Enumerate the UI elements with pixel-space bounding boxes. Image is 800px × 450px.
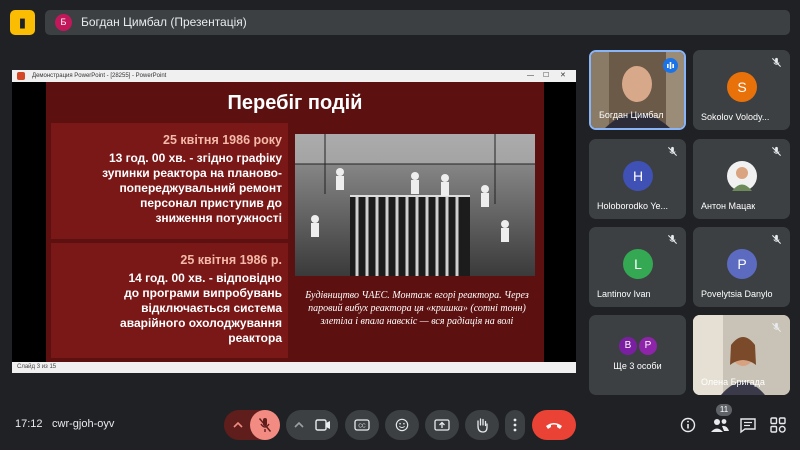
hand-icon: [477, 418, 488, 433]
event-date-2: 25 квітня 1986 р.: [180, 253, 282, 267]
reactions-button[interactable]: [385, 410, 419, 440]
participant-tile[interactable]: Олена Бригада: [693, 315, 790, 395]
powerpoint-window-title: Демонстрация PowerPoint - [28255] - Powe…: [32, 73, 167, 79]
mic-off-icon: [667, 146, 678, 157]
participant-name: Антон Мацак: [701, 201, 756, 211]
participant-name: Lantinov Ivan: [597, 289, 651, 299]
presenter-avatar: Б: [55, 14, 72, 31]
reactor-construction-photo: [295, 134, 535, 276]
powerpoint-logo-icon: [17, 72, 25, 80]
participant-tile[interactable]: L Lantinov Ivan: [589, 227, 686, 307]
event-box-1: 25 квітня 1986 року 13 год. 00 хв. - згі…: [51, 123, 288, 239]
participant-avatar: P: [727, 249, 757, 279]
speaking-indicator-icon: [663, 58, 678, 73]
building-icon: ▮: [18, 15, 27, 30]
participant-name: Олена Бригада: [701, 377, 765, 387]
raise-hand-button[interactable]: [465, 410, 499, 440]
chevron-up-icon[interactable]: [293, 419, 305, 431]
mic-off-icon: [771, 322, 782, 333]
event-box-2: 25 квітня 1986 р. 14 год. 00 хв. - відпо…: [51, 243, 288, 358]
participant-name: Povelytsia Danylo: [701, 289, 773, 299]
slide: Перебіг подій 25 квітня 1986 року 13 год…: [46, 82, 544, 362]
event-text-1: 13 год. 00 хв. - згідно графіку зупинки …: [102, 151, 282, 225]
mic-control-group: [224, 410, 280, 440]
slide-counter: Слайд 3 из 15: [17, 364, 57, 370]
video-camera-icon: [315, 419, 330, 431]
meet-app-icon: ▮: [10, 10, 35, 35]
chat-icon[interactable]: [737, 414, 759, 436]
present-now-button[interactable]: [425, 410, 459, 440]
participant-name: Holoborodko Ye...: [597, 201, 669, 211]
meeting-code: cwr-gjoh-oyv: [52, 418, 115, 430]
camera-toggle-button[interactable]: [308, 410, 338, 440]
more-vert-icon: [513, 418, 517, 432]
participant-tile[interactable]: H Holoborodko Ye...: [589, 139, 686, 219]
leave-call-button[interactable]: [532, 410, 576, 440]
hang-up-icon: [546, 423, 562, 429]
presentation-title-bar: Б Богдан Цимбал (Презентація): [45, 10, 790, 35]
mic-off-icon: [771, 57, 782, 68]
people-count-badge: 11: [716, 404, 732, 416]
participant-tile[interactable]: P Povelytsia Danylo: [693, 227, 790, 307]
participant-tile[interactable]: S Sokolov Volody...: [693, 50, 790, 130]
mic-toggle-button[interactable]: [250, 410, 280, 440]
participant-avatar: L: [623, 249, 653, 279]
participant-tile-others[interactable]: B P Ще 3 особи: [589, 315, 686, 395]
presentation-title: Богдан Цимбал (Презентація): [81, 15, 247, 29]
maximize-icon: ☐: [543, 72, 550, 79]
participant-avatar: P: [639, 337, 657, 355]
slide-title: Перебіг подій: [227, 92, 363, 114]
powerpoint-titlebar: Демонстрация PowerPoint - [28255] - Powe…: [12, 70, 576, 82]
event-text-2: 14 год. 00 хв. - відповідно до програми …: [120, 271, 282, 345]
chevron-up-icon[interactable]: [232, 419, 244, 431]
photo-caption: Будівництво ЧАЕС. Монтаж вгорі реактора.…: [305, 290, 529, 327]
participant-tile-presenter[interactable]: Богдан Цимбал: [589, 50, 686, 130]
mic-off-icon: [771, 146, 782, 157]
mic-off-icon: [771, 234, 782, 245]
people-button[interactable]: 11: [706, 404, 734, 440]
close-icon: ✕: [560, 72, 566, 79]
people-icon: [711, 419, 729, 432]
camera-control-group: [286, 410, 338, 440]
activities-icon[interactable]: [767, 414, 789, 436]
present-screen-icon: [434, 419, 450, 431]
participant-name: Ще 3 особи: [613, 361, 662, 371]
event-date-1: 25 квітня 1986 року: [163, 133, 282, 147]
more-options-button[interactable]: [505, 410, 525, 440]
mic-off-icon: [667, 234, 678, 245]
participant-tile[interactable]: Антон Мацак: [693, 139, 790, 219]
minimize-icon: —: [527, 72, 534, 79]
svg-text:CC: CC: [358, 424, 366, 430]
info-icon[interactable]: [677, 414, 699, 436]
clock: 17:12: [15, 418, 43, 430]
participant-avatar: H: [623, 161, 653, 191]
participant-name: Sokolov Volody...: [701, 112, 770, 122]
participant-avatar: S: [727, 72, 757, 102]
shared-screen: Демонстрация PowerPoint - [28255] - Powe…: [12, 70, 576, 373]
emoji-icon: [395, 418, 409, 432]
participant-avatar: B: [619, 337, 637, 355]
powerpoint-statusbar: Слайд 3 из 15: [12, 362, 576, 373]
mic-off-icon: [258, 418, 272, 432]
captions-button[interactable]: CC: [345, 410, 379, 440]
participant-photo-avatar: [727, 161, 757, 191]
participant-name: Богдан Цимбал: [599, 110, 664, 120]
closed-captions-icon: CC: [354, 419, 370, 431]
